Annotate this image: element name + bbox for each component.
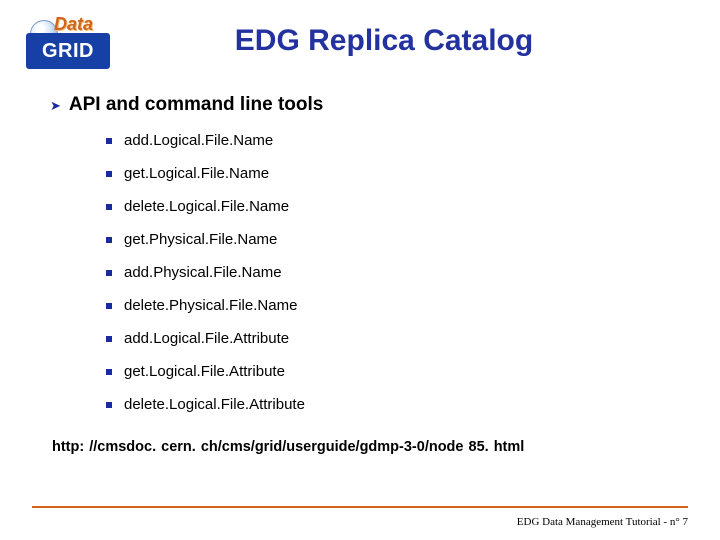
list-item: get.Physical.File.Name <box>106 231 688 248</box>
section-heading-row: ➤ API and command line tools <box>50 94 688 116</box>
list-item-label: add.Logical.File.Attribute <box>124 330 289 347</box>
list-item-label: get.Logical.File.Attribute <box>124 363 285 380</box>
list-item: delete.Logical.File.Name <box>106 198 688 215</box>
list-item: add.Logical.File.Attribute <box>106 330 688 347</box>
square-bullet-icon <box>106 204 112 210</box>
square-bullet-icon <box>106 270 112 276</box>
square-bullet-icon <box>106 336 112 342</box>
square-bullet-icon <box>106 237 112 243</box>
list-item: get.Logical.File.Name <box>106 165 688 182</box>
square-bullet-icon <box>106 402 112 408</box>
logo-top-word: Data <box>54 14 93 35</box>
triangle-bullet-icon: ➤ <box>50 99 61 112</box>
datagrid-logo: Data GRID <box>26 18 110 70</box>
list-item-label: delete.Logical.File.Name <box>124 198 289 215</box>
square-bullet-icon <box>106 369 112 375</box>
header-row: Data GRID EDG Replica Catalog <box>32 18 688 70</box>
slide-title: EDG Replica Catalog <box>80 24 688 58</box>
reference-url: http: //cmsdoc. cern. ch/cms/grid/usergu… <box>52 439 688 455</box>
list-item: add.Physical.File.Name <box>106 264 688 281</box>
list-item-label: delete.Physical.File.Name <box>124 297 297 314</box>
list-item: add.Logical.File.Name <box>106 132 688 149</box>
list-item-label: get.Physical.File.Name <box>124 231 277 248</box>
api-list: add.Logical.File.Name get.Logical.File.N… <box>106 132 688 413</box>
square-bullet-icon <box>106 171 112 177</box>
list-item-label: delete.Logical.File.Attribute <box>124 396 305 413</box>
list-item: delete.Logical.File.Attribute <box>106 396 688 413</box>
logo-bottom-word: GRID <box>42 40 94 63</box>
footer-divider <box>32 506 688 508</box>
footer-text: EDG Data Management Tutorial - n° 7 <box>517 516 688 528</box>
list-item-label: get.Logical.File.Name <box>124 165 269 182</box>
logo-bottom-plate: GRID <box>26 33 110 69</box>
list-item-label: add.Logical.File.Name <box>124 132 273 149</box>
square-bullet-icon <box>106 138 112 144</box>
list-item-label: add.Physical.File.Name <box>124 264 282 281</box>
slide: Data GRID EDG Replica Catalog ➤ API and … <box>0 0 720 540</box>
list-item: delete.Physical.File.Name <box>106 297 688 314</box>
slide-body: ➤ API and command line tools add.Logical… <box>50 94 688 455</box>
section-heading: API and command line tools <box>69 94 323 116</box>
square-bullet-icon <box>106 303 112 309</box>
list-item: get.Logical.File.Attribute <box>106 363 688 380</box>
